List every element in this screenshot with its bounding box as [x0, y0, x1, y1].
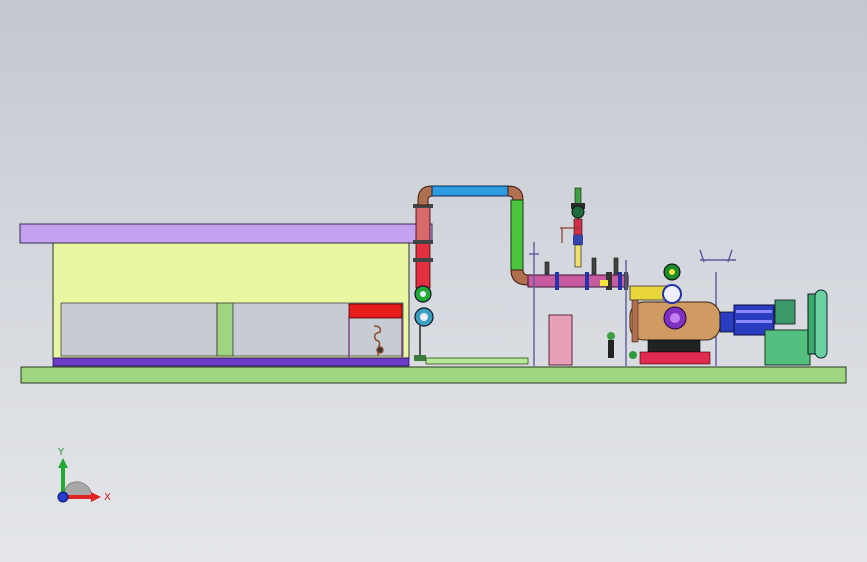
y-axis-label: Y [57, 447, 65, 458]
overhead-pipe-blue [431, 185, 509, 197]
pump-pedestal [647, 339, 701, 353]
overhead-elbow-right [507, 185, 524, 201]
y-axis-arrow [58, 458, 68, 468]
base-skid [20, 366, 847, 384]
valve-icon [414, 285, 432, 303]
cad-viewport[interactable]: Y X [0, 0, 867, 562]
motor-fan-cover [814, 289, 828, 359]
riser-pipe-upper [415, 204, 431, 243]
shelter-roof [19, 223, 433, 244]
motor-base [764, 329, 811, 366]
control-panel [348, 303, 403, 319]
axis-triad: Y X [57, 447, 111, 503]
shelter-floor [52, 357, 410, 367]
tank-icon [548, 314, 573, 366]
header-pipe [527, 274, 629, 288]
x-axis-arrow [91, 492, 101, 502]
downcomer-pipe-green [510, 199, 524, 271]
z-axis-dot [57, 491, 69, 503]
shelter-opening-left [60, 302, 218, 357]
shelter-post [216, 302, 234, 357]
x-axis-label: X [104, 492, 111, 503]
vertical-tank [548, 314, 573, 366]
cad-model-scene: Y X [19, 185, 847, 503]
coupling [719, 311, 735, 333]
bottom-green-pipe [425, 357, 529, 365]
lower-elbow [510, 269, 529, 286]
riser-pipe-red [415, 241, 431, 289]
pressure-gauge-icon [414, 307, 434, 327]
